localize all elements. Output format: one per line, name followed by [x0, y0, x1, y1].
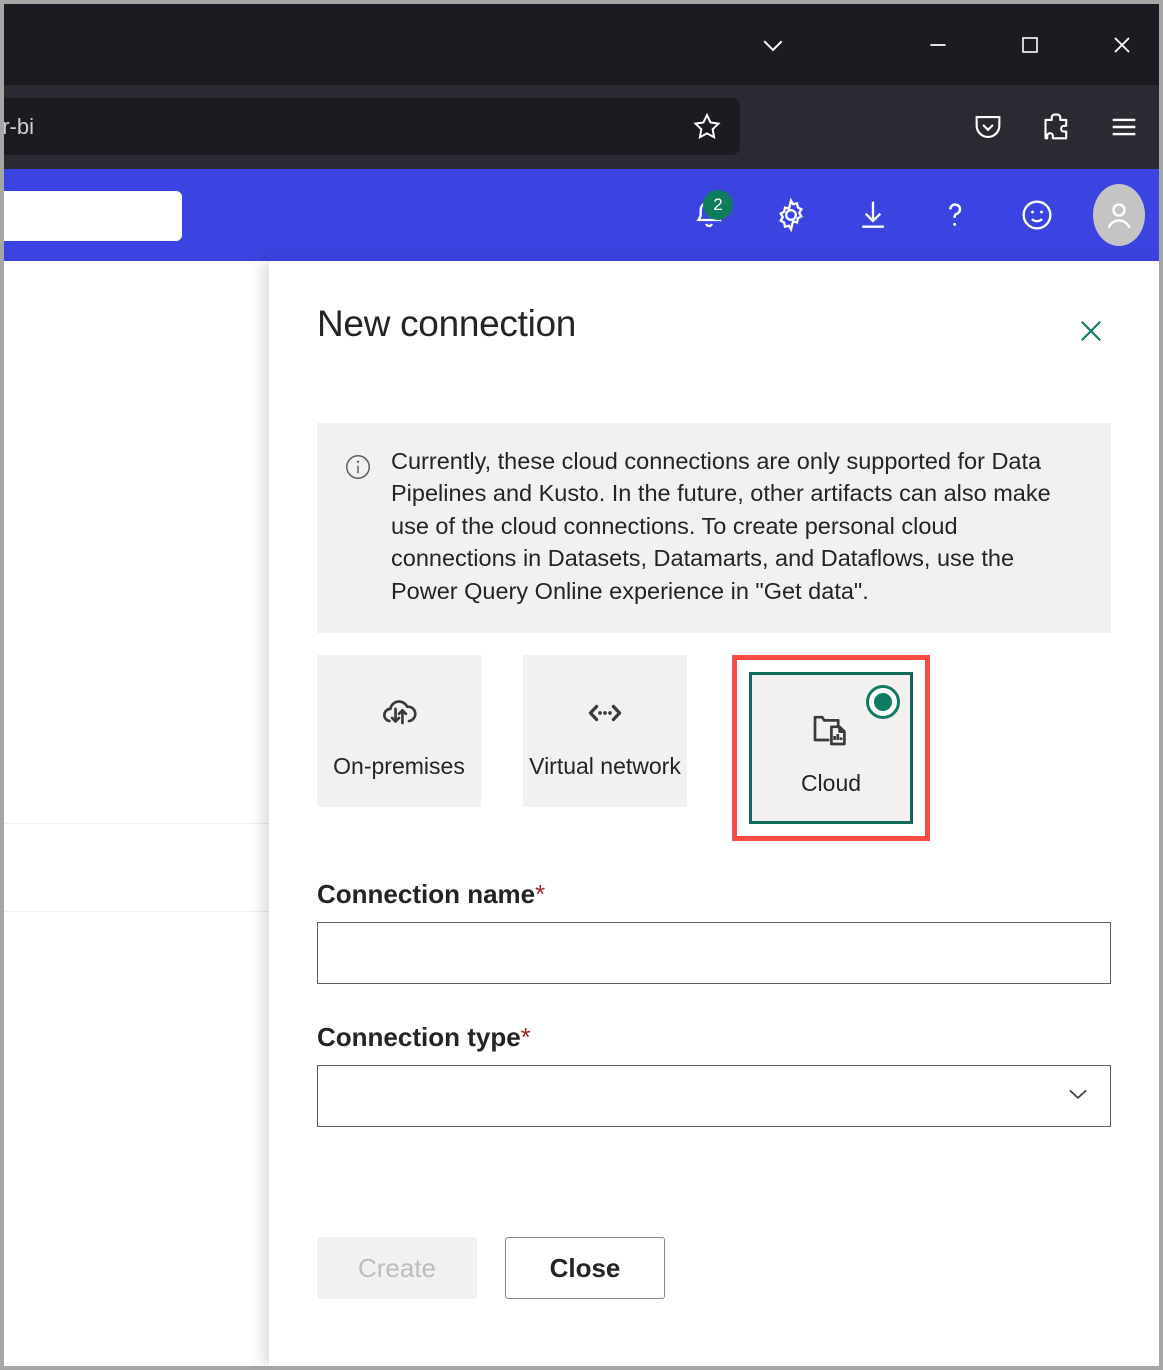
radio-selected-icon[interactable]: [866, 685, 900, 719]
info-banner-text: Currently, these cloud connections are o…: [391, 445, 1085, 607]
required-asterisk: *: [535, 879, 545, 909]
connection-type-select-wrap: [317, 1065, 1111, 1127]
folder-report-icon: [807, 705, 855, 755]
extensions-icon[interactable]: [1035, 106, 1077, 148]
browser-toolbar-icons: [967, 85, 1145, 169]
label-text: Connection type: [317, 1022, 521, 1052]
app-menu-icon[interactable]: [1103, 106, 1145, 148]
search-input[interactable]: [0, 191, 182, 241]
list-divider: [4, 911, 274, 912]
tab-list-chevron-icon[interactable]: [742, 4, 804, 85]
minimize-icon[interactable]: [907, 4, 969, 85]
browser-navbar: er-bi: [4, 85, 1159, 169]
notification-badge: 2: [703, 190, 733, 220]
code-brackets-icon: [582, 688, 628, 738]
panel-header: New connection: [269, 261, 1159, 351]
account-avatar[interactable]: [1093, 189, 1145, 241]
screenshot-root: er-bi: [0, 0, 1163, 1370]
connection-name-label: Connection name*: [317, 879, 1111, 910]
feedback-icon[interactable]: [1011, 189, 1063, 241]
cloud-sync-icon: [376, 688, 422, 738]
connection-name-input[interactable]: [317, 922, 1111, 984]
settings-icon[interactable]: [765, 189, 817, 241]
notifications-icon[interactable]: 2: [683, 189, 735, 241]
app-header: 2: [4, 169, 1159, 261]
required-asterisk: *: [521, 1022, 531, 1052]
field-connection-type: Connection type*: [317, 1022, 1111, 1127]
create-button[interactable]: Create: [317, 1237, 477, 1299]
close-window-icon[interactable]: [1091, 4, 1153, 85]
tile-on-premises[interactable]: On-premises: [317, 655, 481, 807]
info-banner: Currently, these cloud connections are o…: [317, 423, 1111, 633]
info-icon: [343, 452, 373, 607]
close-button[interactable]: Close: [505, 1237, 665, 1299]
downloads-icon[interactable]: [847, 189, 899, 241]
label-text: Connection name: [317, 879, 535, 909]
tile-label: Cloud: [801, 769, 861, 797]
tile-label: On-premises: [333, 752, 465, 780]
address-bar[interactable]: er-bi: [0, 98, 740, 155]
field-connection-name: Connection name*: [317, 879, 1111, 984]
panel-footer: Create Close: [317, 1237, 1111, 1299]
tile-label: Virtual network: [529, 752, 681, 780]
selection-highlight-box: Cloud: [732, 655, 930, 841]
tile-cloud[interactable]: Cloud: [749, 672, 913, 824]
address-bar-text: er-bi: [0, 114, 690, 140]
new-connection-panel: New connection Currently, these cloud co…: [269, 261, 1159, 1366]
connection-type-select[interactable]: [317, 1065, 1111, 1127]
avatar: [1093, 184, 1145, 246]
app-header-actions: 2: [683, 169, 1145, 261]
maximize-icon[interactable]: [999, 4, 1061, 85]
help-icon[interactable]: [929, 189, 981, 241]
tile-virtual-network[interactable]: Virtual network: [523, 655, 687, 807]
panel-body: Currently, these cloud connections are o…: [269, 423, 1159, 1299]
bookmark-star-icon[interactable]: [690, 110, 724, 144]
pocket-icon[interactable]: [967, 106, 1009, 148]
page-title: New connection: [317, 303, 576, 345]
list-divider: [4, 823, 274, 824]
connection-type-label: Connection type*: [317, 1022, 1111, 1053]
close-icon[interactable]: [1071, 311, 1111, 351]
browser-titlebar: [4, 4, 1159, 85]
connection-target-tiles: On-premises Virtual network: [317, 655, 1111, 841]
